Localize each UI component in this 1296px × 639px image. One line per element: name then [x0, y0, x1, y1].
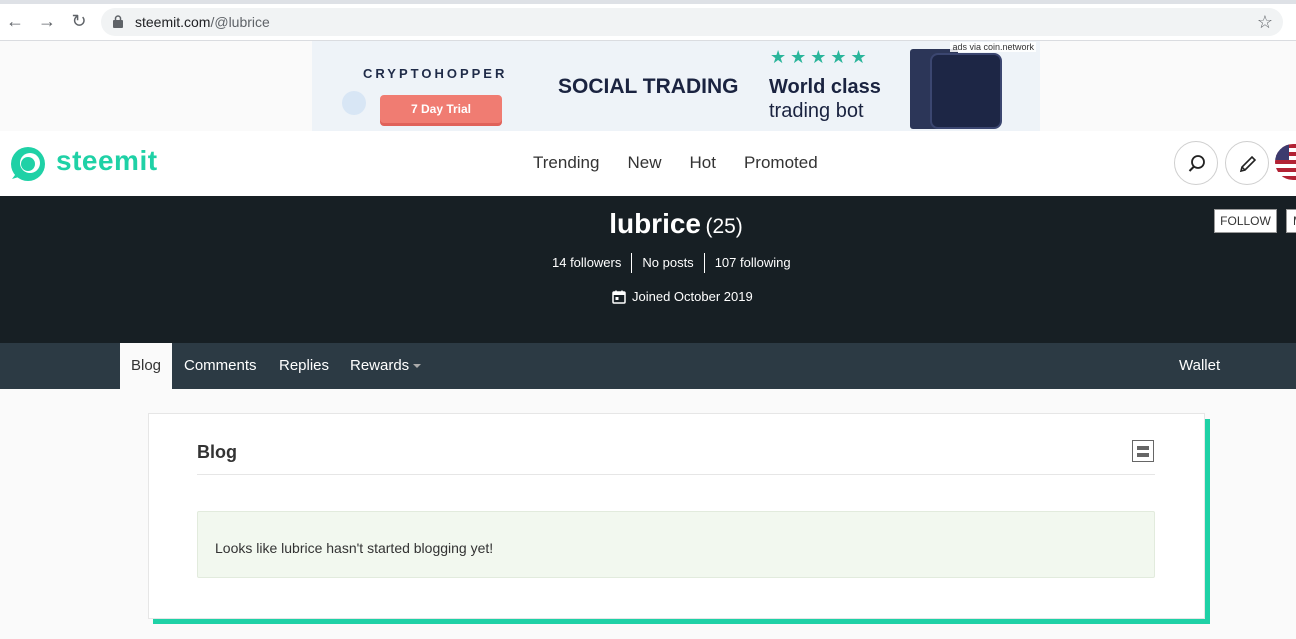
browser-tabstrip	[0, 0, 1296, 4]
ad-tagline-1: World class	[769, 76, 881, 98]
main-nav: Trending New Hot Promoted	[533, 153, 818, 173]
nav-new[interactable]: New	[627, 153, 661, 173]
nav-promoted[interactable]: Promoted	[744, 153, 818, 173]
browser-toolbar: ← → ↻ steemit.com/@lubrice ☆	[0, 0, 1296, 41]
profile-reputation: (25)	[705, 215, 743, 238]
profile-tabs: Blog Comments Replies Rewards Wallet	[0, 343, 1296, 389]
ads-via-label[interactable]: ads via coin.network	[950, 42, 1036, 52]
tab-comments[interactable]: Comments	[184, 343, 257, 389]
site-header: steemit Trending New Hot Promoted	[0, 131, 1296, 196]
mute-button[interactable]: MUTE	[1286, 209, 1296, 233]
search-button[interactable]	[1174, 141, 1218, 185]
ad-tagline-2: trading bot	[769, 100, 864, 122]
empty-blog-notice: Looks like lubrice hasn't started bloggi…	[197, 511, 1155, 578]
card-title: Blog	[197, 442, 237, 462]
url-text: steemit.com/@lubrice	[135, 14, 270, 30]
tab-replies[interactable]: Replies	[279, 343, 329, 389]
pencil-icon	[1239, 155, 1257, 173]
profile-name: lubrice (25)	[0, 208, 1296, 240]
posts-count: No posts	[632, 253, 705, 273]
url-domain: steemit.com	[135, 14, 211, 30]
empty-blog-message: Looks like lubrice hasn't started bloggi…	[215, 540, 494, 556]
layout-bar	[1137, 453, 1149, 457]
tab-rewards[interactable]: Rewards	[350, 343, 422, 389]
ad-trial-button[interactable]: 7 Day Trial	[380, 95, 502, 123]
ad-banner[interactable]: CRYPTOHOPPER 7 Day Trial SOCIAL TRADING …	[312, 41, 1040, 131]
profile-stats: 14 followers No posts 107 following	[552, 253, 801, 273]
blog-card: Blog Looks like lubrice hasn't started b…	[148, 413, 1205, 619]
chevron-down-icon	[413, 364, 422, 369]
bookmark-star-icon[interactable]: ☆	[1257, 12, 1273, 33]
nav-hot[interactable]: Hot	[689, 153, 715, 173]
following-link[interactable]: 107 following	[705, 253, 801, 273]
nav-trending[interactable]: Trending	[533, 153, 599, 173]
user-avatar[interactable]	[1275, 144, 1296, 180]
calendar-icon	[612, 290, 626, 304]
reload-icon[interactable]: ↻	[68, 10, 90, 32]
joined-date: Joined October 2019	[632, 289, 753, 304]
ad-headline: SOCIAL TRADING	[558, 75, 739, 98]
tab-wallet[interactable]: Wallet	[1179, 343, 1220, 389]
back-arrow-icon[interactable]: ←	[4, 10, 26, 32]
ad-decoration	[342, 91, 366, 115]
followers-link[interactable]: 14 followers	[552, 253, 633, 273]
ad-brand: CRYPTOHOPPER	[363, 66, 508, 81]
address-bar[interactable]: steemit.com/@lubrice ☆	[101, 8, 1283, 36]
tab-blog[interactable]: Blog	[120, 343, 173, 389]
ad-phone-image-front	[930, 53, 1002, 129]
ad-stars: ★★★★★	[770, 47, 871, 67]
profile-banner: lubrice (25) 14 followers No posts 107 f…	[0, 196, 1296, 343]
steemit-logo-icon[interactable]	[8, 143, 48, 183]
url-path: /@lubrice	[210, 14, 270, 30]
layout-bar	[1137, 446, 1149, 450]
layout-toggle-icon[interactable]	[1132, 440, 1154, 462]
follow-button[interactable]: FOLLOW	[1214, 209, 1277, 233]
profile-username: lubrice	[609, 208, 701, 239]
search-icon	[1188, 155, 1205, 172]
forward-arrow-icon[interactable]: →	[36, 10, 58, 32]
card-divider	[197, 474, 1155, 475]
profile-joined: Joined October 2019	[612, 289, 753, 304]
steemit-logo-text[interactable]: steemit	[56, 145, 158, 177]
submit-post-button[interactable]	[1225, 141, 1269, 185]
flag-canton	[1275, 144, 1289, 160]
lock-icon	[113, 15, 123, 28]
tab-rewards-label: Rewards	[350, 357, 410, 374]
